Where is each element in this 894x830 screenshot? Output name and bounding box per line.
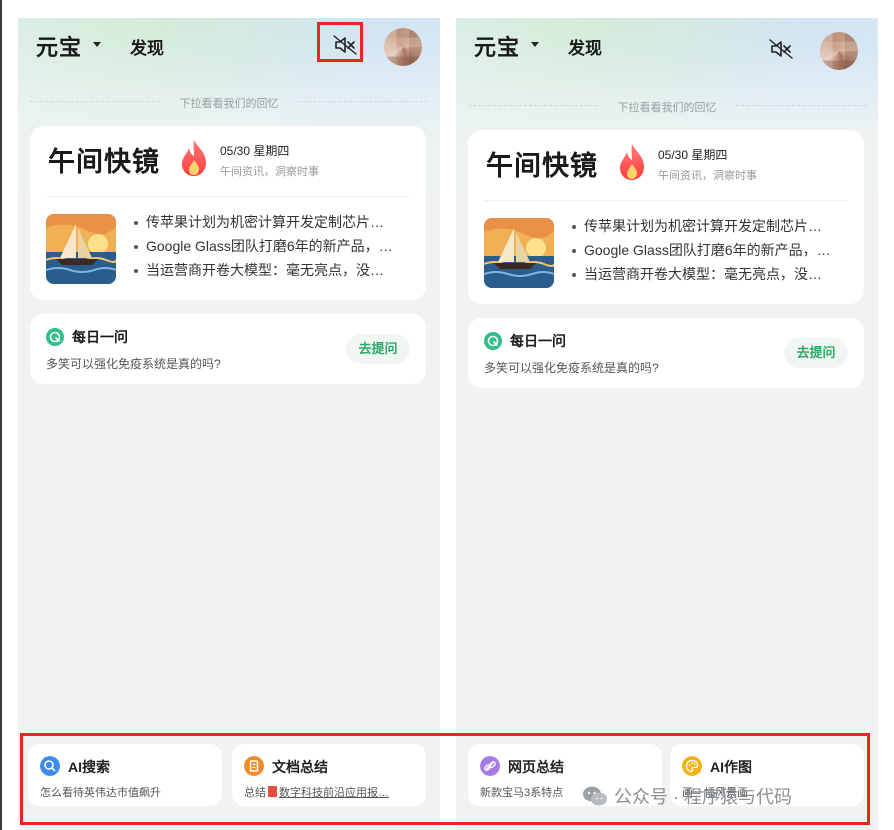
fire-icon	[182, 140, 206, 176]
news-subtitle: 午间资讯，洞察时事	[220, 166, 319, 178]
sailboat-image	[484, 218, 554, 288]
news-title: 午间快镜	[486, 151, 598, 182]
shortcut-subtitle: 总结 数字科技前沿应用报…	[244, 784, 416, 800]
avatar[interactable]	[384, 28, 422, 66]
shortcut-title: AI搜索	[68, 759, 110, 775]
watermark: 公众号 · 程序猿与代码	[582, 781, 792, 811]
shortcut-title: 文档总结	[272, 759, 328, 775]
divider	[46, 196, 410, 197]
palette-icon	[682, 756, 702, 776]
news-card[interactable]: 午间快镜 05/30 星期四 午间资讯，洞察时事 传苹果计划为机密计算开发定制芯…	[30, 126, 426, 300]
tab-discover[interactable]: 发现	[568, 34, 602, 59]
top-bar: 元宝 发现	[456, 18, 878, 74]
list-item[interactable]: 当运营商开卷大模型：毫无亮点，没…	[570, 262, 850, 286]
fire-icon	[620, 144, 644, 180]
news-date: 05/30 星期四	[220, 144, 290, 158]
chevron-down-icon[interactable]	[531, 42, 539, 47]
news-list: 传苹果计划为机密计算开发定制芯片… Google Glass团队打磨6年的新产品…	[132, 210, 412, 282]
shortcut-doc-summary[interactable]: 文档总结 总结 数字科技前沿应用报…	[232, 744, 426, 806]
shortcut-ai-search[interactable]: AI搜索 怎么看待英伟达市值飙升	[28, 744, 222, 806]
phone-screen-left: 元宝 发现 下拉看看我们的回忆 午间快镜 05/30 星期四 午间资讯，洞察时事	[18, 18, 440, 830]
list-item[interactable]: Google Glass团队打磨6年的新产品，…	[132, 234, 412, 258]
tab-discover[interactable]: 发现	[130, 34, 164, 59]
app-title[interactable]: 元宝	[36, 30, 82, 62]
news-card[interactable]: 午间快镜 05/30 星期四 午间资讯，洞察时事 传苹果计划为机密计算开发定制芯…	[468, 130, 864, 304]
wechat-icon	[583, 786, 607, 806]
ask-button[interactable]: 去提问	[784, 338, 848, 368]
document-icon	[244, 756, 264, 776]
app-title[interactable]: 元宝	[474, 30, 520, 62]
phone-screen-right: 元宝 发现 下拉看看我们的回忆 午间快镜 05/30 星期四 午间资讯，洞察时事	[456, 18, 878, 830]
daily-question-text: 多笑可以强化免疫系统是真的吗?	[484, 361, 659, 375]
subtitle-prefix: 总结	[244, 787, 266, 799]
chevron-down-icon[interactable]	[93, 42, 101, 47]
news-date: 05/30 星期四	[658, 148, 728, 162]
ask-button[interactable]: 去提问	[346, 334, 410, 364]
list-item[interactable]: 当运营商开卷大模型：毫无亮点，没…	[132, 258, 412, 282]
news-title: 午间快镜	[48, 147, 160, 178]
list-item[interactable]: Google Glass团队打磨6年的新产品，…	[570, 238, 850, 262]
pull-hint-text: 下拉看看我们的回忆	[617, 102, 717, 114]
list-item[interactable]: 传苹果计划为机密计算开发定制芯片…	[570, 214, 850, 238]
daily-question-card[interactable]: 每日一问 多笑可以强化免疫系统是真的吗? 去提问	[30, 314, 426, 384]
mute-icon[interactable]	[768, 38, 794, 60]
document-link[interactable]: 数字科技前沿应用报…	[279, 787, 389, 799]
daily-question-text: 多笑可以强化免疫系统是真的吗?	[46, 357, 221, 371]
daily-title: 每日一问	[72, 329, 128, 345]
daily-title: 每日一问	[510, 333, 566, 349]
daily-question-icon	[484, 332, 502, 350]
top-bar: 元宝 发现	[18, 18, 440, 74]
avatar[interactable]	[820, 32, 858, 70]
divider	[484, 200, 848, 201]
pull-hint-text: 下拉看看我们的回忆	[179, 98, 279, 110]
shortcut-subtitle: 怎么看待英伟达市值飙升	[40, 787, 161, 799]
sailboat-image	[46, 214, 116, 284]
left-edge-border	[0, 0, 2, 830]
shortcut-title: 网页总结	[508, 759, 564, 775]
daily-question-card[interactable]: 每日一问 多笑可以强化免疫系统是真的吗? 去提问	[468, 318, 864, 388]
shortcut-title: AI作图	[710, 759, 752, 775]
link-icon	[480, 756, 500, 776]
pdf-icon	[268, 786, 277, 797]
daily-question-icon	[46, 328, 64, 346]
pull-down-hint: 下拉看看我们的回忆	[468, 98, 866, 114]
pull-down-hint: 下拉看看我们的回忆	[30, 94, 428, 110]
gap	[440, 18, 456, 830]
news-subtitle: 午间资讯，洞察时事	[658, 170, 757, 182]
mute-icon[interactable]	[332, 34, 358, 56]
watermark-text: 公众号 · 程序猿与代码	[614, 787, 792, 807]
news-list: 传苹果计划为机密计算开发定制芯片… Google Glass团队打磨6年的新产品…	[570, 214, 850, 286]
search-icon	[40, 756, 60, 776]
list-item[interactable]: 传苹果计划为机密计算开发定制芯片…	[132, 210, 412, 234]
